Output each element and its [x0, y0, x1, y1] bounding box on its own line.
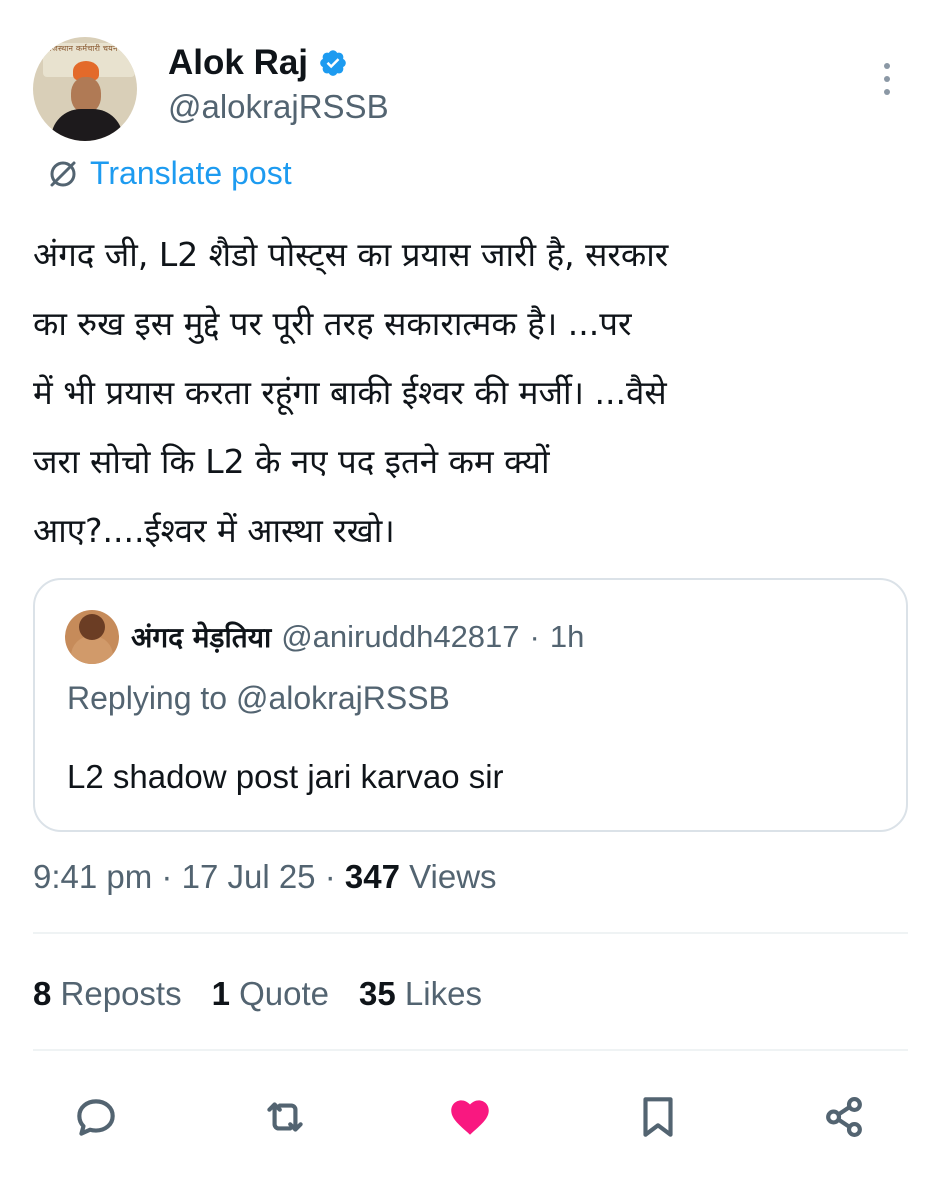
avatar-coat — [51, 109, 123, 141]
verified-badge-icon — [318, 48, 348, 78]
quoted-avatar-head — [79, 614, 105, 640]
quotes-count: 1 — [211, 975, 230, 1012]
like-button[interactable] — [443, 1090, 497, 1144]
post-line: आए?....ईश्वर में आस्था रखो। — [33, 511, 395, 550]
globe-slash-icon — [46, 157, 80, 191]
avatar-board-text: राजस्थान कर्मचारी चयन बोर्ड — [46, 44, 132, 53]
quoted-author-avatar[interactable] — [65, 610, 119, 664]
post-line: अंगद जी, L2 शैडो पोस्ट्स का प्रयास जारी … — [33, 235, 669, 274]
post-line: का रुख इस मुद्दे पर पूरी तरह सकारात्मक ह… — [33, 304, 632, 343]
meta-separator: · — [324, 858, 345, 895]
engagement-stats: 8 Reposts 1 Quote 35 Likes — [33, 975, 482, 1013]
quoted-post-text: L2 shadow post jari karvao sir — [67, 758, 504, 795]
author-handle[interactable]: @alokrajRSSB — [168, 88, 389, 126]
share-button[interactable] — [817, 1090, 871, 1144]
reposts-count: 8 — [33, 975, 52, 1012]
post-text: अंगद जी, L2 शैडो पोस्ट्स का प्रयास जारी … — [33, 220, 913, 565]
reposts-stat[interactable]: 8 Reposts — [33, 975, 182, 1013]
likes-label: Likes — [404, 975, 482, 1012]
author-name-row: Alok Raj — [168, 40, 348, 86]
reposts-label: Reposts — [60, 975, 182, 1012]
translate-post-link[interactable]: Translate post — [46, 155, 292, 192]
quoted-separator: · — [529, 619, 540, 654]
repost-icon — [267, 1102, 303, 1132]
quoted-header: अंगद मेड़तिया @aniruddh42817 · 1h — [131, 618, 584, 656]
bookmark-button[interactable] — [631, 1090, 685, 1144]
quotes-label: Quote — [239, 975, 330, 1012]
post-line: में भी प्रयास करता रहूंगा बाकी ईश्वर की … — [33, 373, 667, 412]
post-time[interactable]: 9:41 pm — [33, 858, 152, 895]
likes-count: 35 — [359, 975, 396, 1012]
quoted-avatar-body — [71, 636, 113, 664]
repost-button[interactable] — [258, 1090, 312, 1144]
divider — [33, 1049, 908, 1051]
bookmark-icon — [643, 1097, 673, 1137]
author-name[interactable]: Alok Raj — [168, 43, 308, 83]
share-icon — [826, 1097, 862, 1137]
post-date[interactable]: 17 Jul 25 — [182, 858, 316, 895]
quoted-author-handle: @aniruddh42817 — [281, 619, 520, 654]
author-avatar[interactable]: राजस्थान कर्मचारी चयन बोर्ड — [33, 37, 137, 141]
likes-stat[interactable]: 35 Likes — [359, 975, 482, 1013]
quoted-time: 1h — [549, 619, 585, 654]
quoted-replying-to: Replying to @alokrajRSSB — [67, 680, 450, 716]
reply-button[interactable] — [69, 1090, 123, 1144]
divider — [33, 932, 908, 934]
translate-label: Translate post — [90, 155, 292, 191]
quoted-post-card[interactable]: अंगद मेड़तिया @aniruddh42817 · 1h Replyi… — [33, 578, 908, 832]
post-line: जरा सोचो कि L2 के नए पद इतने कम क्यों — [33, 442, 550, 481]
quotes-stat[interactable]: 1 Quote — [212, 975, 329, 1013]
meta-separator: · — [161, 858, 182, 895]
views-count: 347 — [344, 858, 400, 895]
reply-icon — [77, 1099, 115, 1136]
post-meta: 9:41 pm · 17 Jul 25 · 347 Views — [33, 858, 497, 896]
quoted-author-name: अंगद मेड़तिया — [131, 621, 272, 654]
heart-icon — [451, 1100, 489, 1135]
views-label: Views — [409, 858, 497, 895]
avatar-face — [71, 77, 101, 113]
more-vertical-icon[interactable] — [876, 60, 898, 98]
